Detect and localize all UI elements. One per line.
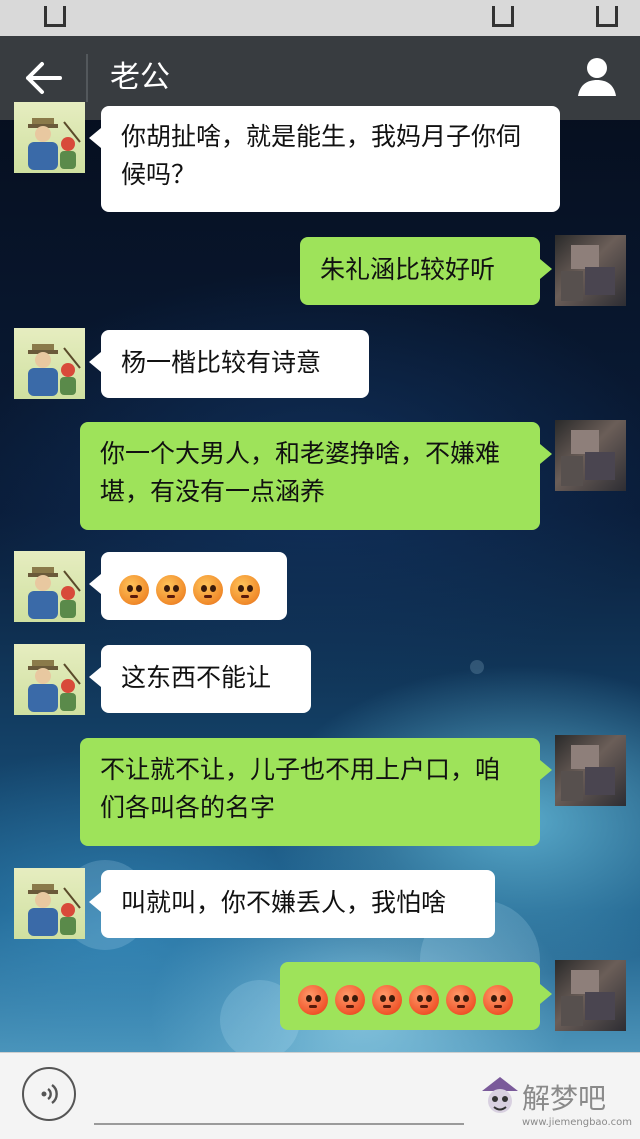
- avatar[interactable]: [14, 868, 85, 939]
- bokeh-light: [470, 660, 484, 674]
- message-text: 朱礼涵比较好听: [320, 255, 496, 284]
- avatar[interactable]: [14, 102, 85, 173]
- chat-title: 老公: [110, 60, 170, 95]
- incoming-message-bubble[interactable]: 你胡扯啥，就是能生，我妈月子你伺候吗？: [89, 106, 560, 212]
- avatar[interactable]: [555, 420, 626, 491]
- status-icon: [44, 6, 66, 27]
- angry-face-icon: [372, 985, 402, 1015]
- flushed-face-icon: [193, 575, 223, 605]
- angry-face-icon: [483, 985, 513, 1015]
- watermark-logo-icon: [482, 1077, 518, 1113]
- avatar[interactable]: [14, 328, 85, 399]
- outgoing-emoji-bubble[interactable]: [280, 962, 552, 1030]
- flushed-face-icon: [230, 575, 260, 605]
- avatar[interactable]: [14, 644, 85, 715]
- flushed-face-icon: [156, 575, 186, 605]
- message-text: 你胡扯啥，就是能生，我妈月子你伺候吗？: [121, 122, 522, 189]
- incoming-emoji-bubble[interactable]: [89, 552, 287, 620]
- outgoing-message-bubble[interactable]: 不让就不让，儿子也不用上户口，咱们各叫各的名字: [80, 738, 552, 846]
- flushed-face-icon: [119, 575, 149, 605]
- angry-face-icon: [335, 985, 365, 1015]
- status-bar: [0, 0, 640, 36]
- incoming-message-bubble[interactable]: 这东西不能让: [89, 645, 311, 713]
- header-divider: [86, 54, 88, 102]
- avatar[interactable]: [555, 235, 626, 306]
- incoming-message-bubble[interactable]: 叫就叫，你不嫌丢人，我怕啥: [89, 870, 495, 938]
- outgoing-message-bubble[interactable]: 朱礼涵比较好听: [300, 237, 552, 305]
- angry-face-icon: [409, 985, 439, 1015]
- watermark-url: www.jiemengbao.com: [522, 1117, 633, 1128]
- back-arrow-icon[interactable]: [24, 60, 64, 96]
- voice-button[interactable]: [22, 1067, 76, 1121]
- message-text: 你一个大男人，和老婆挣啥，不嫌难堪，有没有一点涵养: [100, 439, 501, 506]
- message-text: 不让就不让，儿子也不用上户口，咱们各叫各的名字: [100, 755, 501, 822]
- angry-face-icon: [298, 985, 328, 1015]
- outgoing-message-bubble[interactable]: 你一个大男人，和老婆挣啥，不嫌难堪，有没有一点涵养: [80, 422, 552, 530]
- battery-icon: [596, 6, 618, 27]
- person-icon[interactable]: [574, 54, 620, 100]
- avatar[interactable]: [14, 551, 85, 622]
- avatar[interactable]: [555, 960, 626, 1031]
- message-text: 这东西不能让: [121, 663, 272, 692]
- incoming-message-bubble[interactable]: 杨一楷比较有诗意: [89, 330, 369, 398]
- status-icon: [492, 6, 514, 27]
- angry-face-icon: [446, 985, 476, 1015]
- watermark-text: 解梦吧: [522, 1082, 607, 1115]
- watermark: 解梦吧 www.jiemengbao.com: [478, 1071, 638, 1131]
- message-text: 叫就叫，你不嫌丢人，我怕啥: [121, 888, 447, 917]
- avatar[interactable]: [555, 735, 626, 806]
- message-text: 杨一楷比较有诗意: [121, 348, 322, 377]
- input-bar: 解梦吧 www.jiemengbao.com: [0, 1052, 640, 1139]
- voice-icon: [41, 1084, 58, 1104]
- message-input[interactable]: [94, 1123, 464, 1125]
